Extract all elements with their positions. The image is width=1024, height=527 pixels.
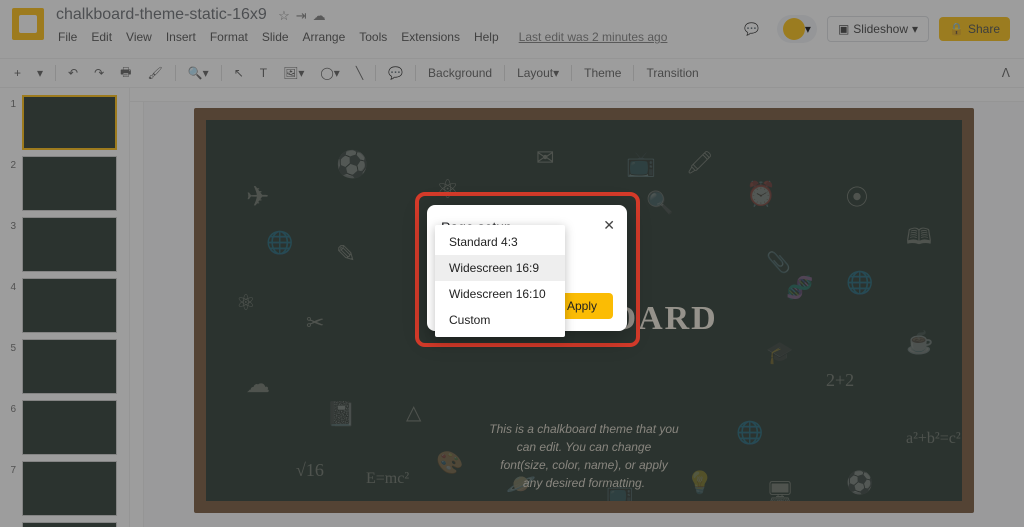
close-button[interactable]: ✕ <box>603 217 615 234</box>
page-size-dropdown[interactable]: Standard 4:3 Widescreen 16:9 Widescreen … <box>435 225 565 337</box>
option-custom[interactable]: Custom <box>435 307 565 333</box>
option-widescreen-16-9[interactable]: Widescreen 16:9 <box>435 255 565 281</box>
option-standard-4-3[interactable]: Standard 4:3 <box>435 229 565 255</box>
option-widescreen-16-10[interactable]: Widescreen 16:10 <box>435 281 565 307</box>
